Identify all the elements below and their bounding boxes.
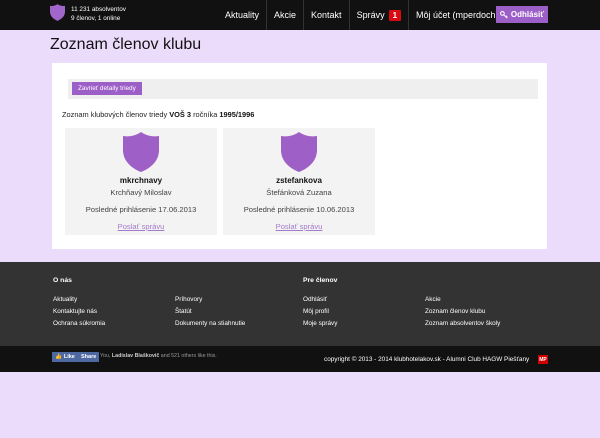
bottom-bar: 👍 Like Share You, Ladislav Blaškovič and…	[0, 346, 600, 372]
member-fullname: Štefánková Zuzana	[266, 188, 332, 197]
footer: O nás Pre členov Aktuality Kontaktujte n…	[0, 262, 600, 346]
member-fullname: Krchňavý Miloslav	[110, 188, 172, 197]
footer-link-statute[interactable]: Štatút	[175, 308, 192, 315]
member-avatar-shield-icon	[123, 132, 159, 172]
nav-kontakt[interactable]: Kontakt	[303, 0, 349, 30]
class-year: 1995/1996	[219, 110, 255, 119]
nav-aktuality[interactable]: Aktuality	[218, 0, 266, 30]
footer-members-heading: Pre členov	[303, 277, 338, 284]
facebook-like-count: You, Ladislav Blaškovič and 521 others l…	[100, 353, 217, 359]
member-avatar-shield-icon	[281, 132, 317, 172]
key-icon	[499, 10, 508, 19]
member-last-login: Posledné prihlásenie 17.06.2013	[85, 205, 197, 214]
facebook-like-button[interactable]: 👍 Like	[52, 352, 78, 362]
footer-link-my-messages[interactable]: Moje správy	[303, 320, 337, 327]
logout-button[interactable]: Odhlásiť	[496, 6, 548, 23]
fb-prefix: You,	[100, 353, 111, 359]
footer-link-my-profile[interactable]: Môj profil	[303, 308, 329, 315]
messages-badge: 1	[388, 9, 402, 21]
member-username: zstefankova	[276, 176, 322, 185]
footer-about-heading: O nás	[53, 277, 72, 284]
nav-my-account[interactable]: Môj účet (mperdoch)	[408, 0, 506, 30]
footer-link-graduate-list[interactable]: Zoznam absolventov školy	[425, 320, 500, 327]
footer-about: O nás	[53, 277, 72, 284]
member-last-login: Posledné prihlásenie 10.06.2013	[243, 205, 355, 214]
main-nav: Aktuality Akcie Kontakt Správy 1 Môj úče…	[218, 0, 506, 30]
copyright-text: copyright © 2013 - 2014 klubhotelakov.sk…	[324, 356, 530, 363]
thumbs-up-icon: 👍	[55, 354, 62, 360]
facebook-share-button[interactable]: Share	[78, 352, 100, 362]
footer-link-member-list[interactable]: Zoznam členov klubu	[425, 308, 485, 315]
footer-link-events[interactable]: Akcie	[425, 296, 441, 303]
footer-link-contact[interactable]: Kontaktujte nás	[53, 308, 97, 315]
footer-link-aktuality[interactable]: Aktuality	[53, 296, 77, 303]
fb-friend-name: Ladislav Blaškovič	[111, 353, 160, 359]
top-navbar: 11 231 absolventov 9 členov, 1 online Ak…	[0, 0, 600, 30]
footer-link-documents[interactable]: Dokumenty na stiahnutie	[175, 320, 245, 327]
brand-stats: 11 231 absolventov 9 členov, 1 online	[71, 5, 126, 23]
nav-spravy-label: Správy	[356, 10, 385, 20]
facebook-like-label: Like	[63, 354, 75, 360]
footer-link-logout[interactable]: Odhlásiť	[303, 296, 327, 303]
member-card: zstefankova Štefánková Zuzana Posledné p…	[223, 128, 375, 235]
nav-spravy[interactable]: Správy 1	[348, 0, 408, 30]
intro-mid: ročníka	[193, 110, 218, 119]
class-name: VOŠ 3	[169, 110, 192, 119]
member-card: mkrchnavy Krchňavý Miloslav Posledné pri…	[65, 128, 217, 235]
send-message-link[interactable]: Poslať správu	[65, 222, 217, 231]
footer-link-privacy[interactable]: Ochrana súkromia	[53, 320, 105, 327]
members-panel: Zavrieť detaily triedy Zoznam klubových …	[52, 63, 547, 249]
members-online: 9 členov, 1 online	[71, 15, 121, 22]
close-class-details-button[interactable]: Zavrieť detaily triedy	[72, 82, 142, 95]
footer-members: Pre členov	[303, 277, 337, 284]
fb-suffix: and 521 others like this.	[160, 353, 217, 359]
member-username: mkrchnavy	[119, 176, 163, 185]
footer-link-speeches[interactable]: Príhovory	[175, 296, 202, 303]
list-intro: Zoznam klubových členov triedy VOŠ 3 roč…	[62, 110, 254, 119]
send-message-link[interactable]: Poslať správu	[223, 222, 375, 231]
intro-prefix: Zoznam klubových členov triedy	[62, 110, 168, 119]
shield-logo-icon[interactable]	[50, 4, 65, 21]
page-title: Zoznam členov klubu	[50, 36, 202, 53]
author-badge[interactable]: MP	[538, 355, 548, 364]
logout-label: Odhlásiť	[510, 10, 545, 19]
nav-akcie[interactable]: Akcie	[266, 0, 303, 30]
graduates-count: 11 231 absolventov	[71, 6, 126, 13]
